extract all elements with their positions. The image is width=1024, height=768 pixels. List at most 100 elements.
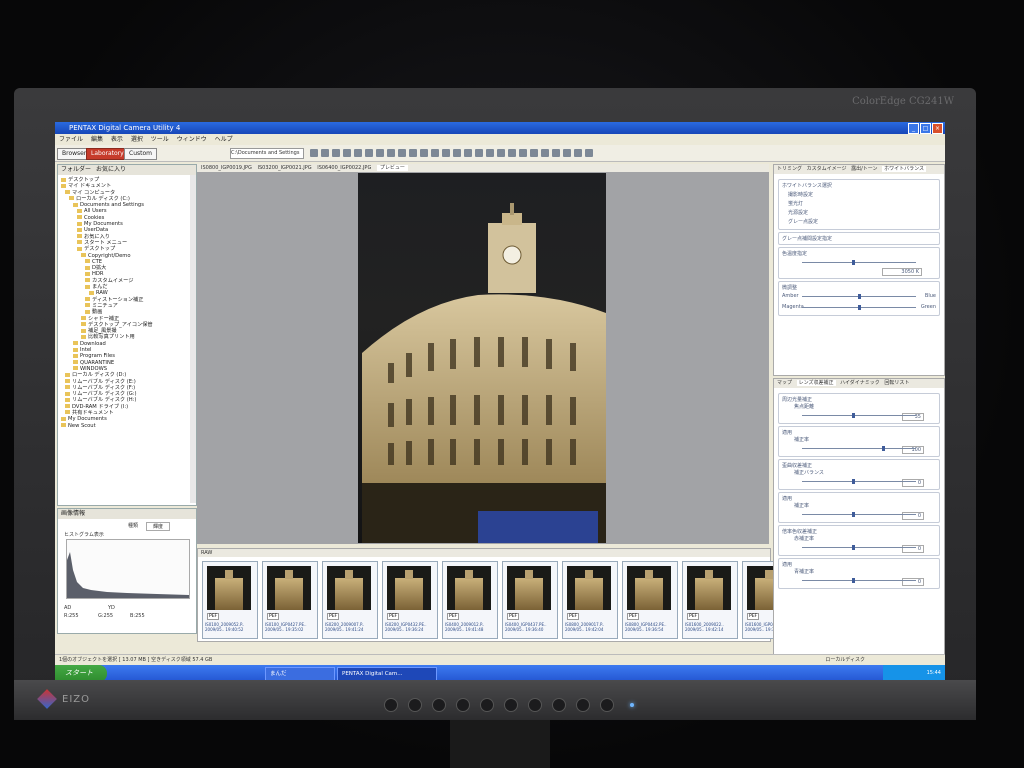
folder-scrollbar[interactable] (190, 175, 196, 503)
settings-icon[interactable] (354, 149, 362, 157)
tool-icon[interactable] (574, 149, 582, 157)
tool-icon[interactable] (552, 149, 560, 157)
minimize-button[interactable]: _ (908, 123, 919, 134)
monitor-button[interactable] (408, 698, 422, 712)
close-button[interactable]: × (932, 123, 943, 134)
tab-file-2[interactable]: IS03200_IGP0021.JPG (258, 165, 312, 171)
filmstrip-tab[interactable]: RAW (198, 549, 770, 557)
tool-icon[interactable] (519, 149, 527, 157)
wb-option-fluor[interactable]: 蛍光灯 (788, 200, 936, 207)
tab-rotate[interactable]: 回転リスト (884, 380, 909, 386)
tool-icon[interactable] (343, 149, 351, 157)
menu-select[interactable]: 選択 (131, 136, 143, 143)
tool-icon[interactable] (442, 149, 450, 157)
thumbnail[interactable]: PEF IS0800_2009017.P.. 2009/05.. 19:42:04 (562, 561, 618, 639)
tab-lens-correction[interactable]: レンズ収差補正 (796, 380, 836, 386)
tool-icon[interactable] (541, 149, 549, 157)
thumbnail[interactable]: PEF IS0800_IGP0442.PE.. 2009/05.. 19:36:54 (622, 561, 678, 639)
thumbnail[interactable]: PEF IS0100_IGP0427.PE.. 2009/05.. 19:35:02 (262, 561, 318, 639)
menu-help[interactable]: ヘルプ (215, 136, 233, 143)
task-pentax[interactable]: PENTAX Digital Cam... (337, 667, 437, 681)
tool-icon[interactable] (398, 149, 406, 157)
histogram-mode-select[interactable]: 輝度 (146, 522, 171, 531)
menu-tools[interactable]: ツール (151, 136, 169, 143)
menu-window[interactable]: ウィンドウ (177, 136, 207, 143)
mode-custom-button[interactable]: Custom (124, 148, 157, 160)
tool-icon[interactable] (508, 149, 516, 157)
temp-label[interactable]: 色温度指定 (782, 250, 936, 257)
tab-exposure[interactable]: 露出/トーン (851, 166, 877, 172)
monitor-button[interactable] (504, 698, 518, 712)
correction-slider[interactable] (782, 413, 936, 418)
task-folder[interactable]: まんだ (265, 667, 335, 681)
tab-white-balance[interactable]: ホワイトバランス (882, 166, 927, 172)
tab-trimming[interactable]: トリミング (777, 166, 802, 172)
wb-option-source[interactable]: 光源設定 (788, 209, 936, 216)
tab-custom-image[interactable]: カスタムイメージ (807, 166, 847, 172)
path-field[interactable]: C:\Documents and Settings (230, 148, 304, 159)
magenta-green-slider[interactable]: Magenta Green (782, 304, 936, 310)
menu-file[interactable]: ファイル (59, 136, 83, 143)
tab-map[interactable]: マップ (777, 380, 792, 386)
monitor-button[interactable] (552, 698, 566, 712)
tool-icon[interactable] (563, 149, 571, 157)
monitor-button[interactable] (576, 698, 590, 712)
section-title[interactable]: 適用 (782, 561, 936, 568)
tool-icon[interactable] (530, 149, 538, 157)
menu-view[interactable]: 表示 (111, 136, 123, 143)
monitor-button[interactable] (432, 698, 446, 712)
tab-file-1[interactable]: IS0800_IGP0019.JPG (201, 165, 252, 171)
tool-icon[interactable] (387, 149, 395, 157)
maximize-button[interactable]: □ (920, 123, 931, 134)
thumbnail[interactable]: PEF IS01600_2009022.. 2009/05.. 19:42:14 (682, 561, 738, 639)
correction-slider[interactable] (782, 545, 936, 550)
correction-slider[interactable] (782, 479, 936, 484)
zoom-out-icon[interactable] (475, 149, 483, 157)
zoom-in-icon[interactable] (464, 149, 472, 157)
tab-folders[interactable]: フォルダー (61, 166, 91, 173)
thumbnail[interactable]: PEF IS0400_IGP0437.PE.. 2009/05.. 19:36:40 (502, 561, 558, 639)
tool-icon[interactable] (376, 149, 384, 157)
thumbnail[interactable]: PEF IS0200_IGP0432.PE.. 2009/05.. 19:36:24 (382, 561, 438, 639)
histogram-tab[interactable]: 画像情報 (58, 509, 196, 519)
amber-blue-slider[interactable]: Amber Blue (782, 293, 936, 299)
section-title[interactable]: 適用 (782, 495, 936, 502)
tool-icon[interactable] (431, 149, 439, 157)
monitor-button[interactable] (528, 698, 542, 712)
tree-item[interactable]: New Scout (61, 423, 193, 429)
thumbnail-image (567, 566, 611, 610)
monitor-button[interactable] (456, 698, 470, 712)
tab-favorites[interactable]: お気に入り (96, 166, 126, 173)
correction-slider[interactable] (782, 512, 936, 517)
thumbnail[interactable]: PEF IS0100_2009052.P.. 2009/05.. 19:40:52 (202, 561, 258, 639)
monitor-button[interactable] (600, 698, 614, 712)
thumbnail[interactable]: PEF IS0200_2009007.P.. 2009/05.. 19:41:24 (322, 561, 378, 639)
tool-icon[interactable] (497, 149, 505, 157)
tool-icon[interactable] (321, 149, 329, 157)
tool-icon[interactable] (453, 149, 461, 157)
tool-icon[interactable] (585, 149, 593, 157)
monitor-button[interactable] (480, 698, 494, 712)
tool-icon[interactable] (332, 149, 340, 157)
monitor-button[interactable] (384, 698, 398, 712)
correction-slider[interactable] (782, 446, 936, 451)
section-title[interactable]: 適用 (782, 429, 936, 436)
tab-file-3[interactable]: IS06400_IGP0022.JPG (317, 165, 371, 171)
wb-option-auto[interactable]: 撮影時設定 (788, 191, 936, 198)
temp-slider[interactable] (782, 260, 936, 265)
tab-preview[interactable]: プレビュー (376, 165, 408, 171)
menu-edit[interactable]: 編集 (91, 136, 103, 143)
help-icon[interactable] (365, 149, 373, 157)
clock[interactable]: 15:44 (927, 670, 941, 676)
mode-laboratory-button[interactable]: Laboratory (86, 148, 129, 160)
tool-icon[interactable] (409, 149, 417, 157)
tab-hdr[interactable]: ハイダイナミック (840, 380, 880, 386)
thumbnail[interactable]: PEF IS0400_2009012.P.. 2009/05.. 19:41:48 (442, 561, 498, 639)
tool-icon[interactable] (486, 149, 494, 157)
temp-value[interactable]: 3050 K (882, 268, 922, 276)
tool-icon[interactable] (420, 149, 428, 157)
correction-slider[interactable] (782, 578, 936, 583)
refresh-icon[interactable] (310, 149, 318, 157)
lens-section: 適用 補正率 0 (778, 492, 940, 523)
wb-option-grey[interactable]: グレー点設定 (788, 218, 936, 225)
